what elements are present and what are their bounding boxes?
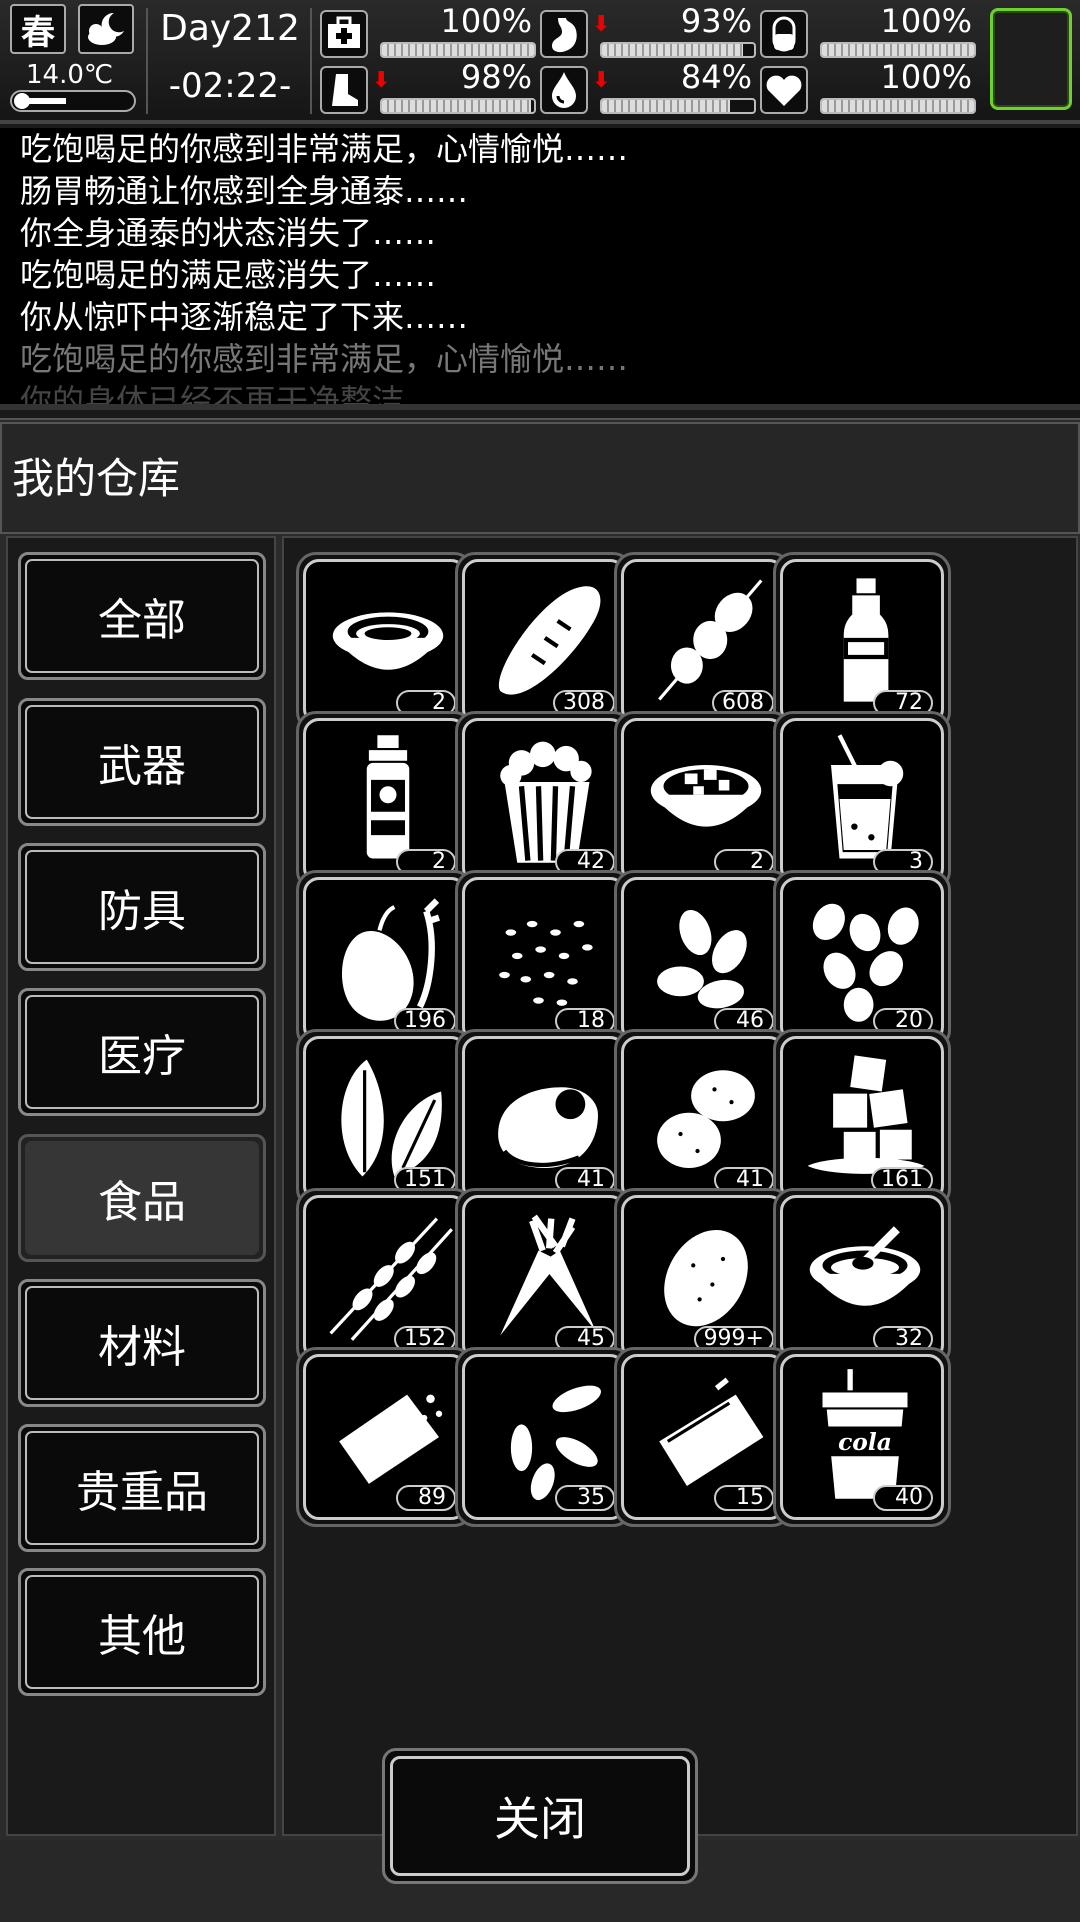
- item-slot[interactable]: 2: [614, 711, 792, 891]
- boot-icon: [320, 66, 368, 114]
- stamina-bar-fill: [382, 100, 531, 112]
- log-line: 你从惊吓中逐渐稳定了下来……: [20, 298, 469, 336]
- thirst-value: 84%: [680, 58, 752, 96]
- stomach-icon: [540, 10, 588, 58]
- category-valuables-button[interactable]: 贵重品: [18, 1424, 266, 1552]
- category-label: 贵重品: [25, 1431, 259, 1545]
- item-slot[interactable]: 3: [773, 711, 951, 891]
- water-drop-icon: [540, 66, 588, 114]
- item-slot[interactable]: 32: [773, 1188, 951, 1368]
- category-label: 武器: [25, 705, 259, 819]
- thirst-stat: ⬇ 84%: [540, 58, 756, 118]
- item-count-badge: 40: [873, 1485, 933, 1511]
- category-label: 全部: [25, 559, 259, 673]
- cola-label: cola: [838, 1428, 892, 1456]
- item-slot[interactable]: 41: [614, 1029, 792, 1209]
- hunger-bar-fill: [602, 44, 744, 56]
- health-value: 100%: [440, 2, 532, 40]
- item-count-badge: 35: [555, 1485, 615, 1511]
- season-indicator: 春: [10, 4, 66, 54]
- log-line: 吃饱喝足的满足感消失了……: [20, 256, 437, 294]
- category-label: 医疗: [25, 995, 259, 1109]
- item-slot[interactable]: 72: [773, 552, 951, 732]
- category-materials-button[interactable]: 材料: [18, 1279, 266, 1407]
- log-line: 你全身通泰的状态消失了……: [20, 214, 437, 252]
- category-label: 食品: [25, 1141, 259, 1255]
- armor-stat: 100%: [760, 2, 976, 62]
- night-cloud-icon: [78, 4, 134, 54]
- item-slot[interactable]: 89: [296, 1347, 474, 1527]
- item-slot[interactable]: 42: [455, 711, 633, 891]
- item-slot[interactable]: 608: [614, 552, 792, 732]
- item-slot[interactable]: 151: [296, 1029, 474, 1209]
- temperature-text: 14.0℃: [26, 60, 114, 90]
- thermometer-bar: [10, 90, 136, 112]
- category-label: 防具: [25, 850, 259, 964]
- warehouse-title: 我的仓库: [0, 422, 1080, 534]
- log-line: 吃饱喝足的你感到非常满足，心情愉悦……: [20, 130, 629, 168]
- item-slot[interactable]: 999+: [614, 1188, 792, 1368]
- stamina-value: 98%: [460, 58, 532, 96]
- category-label: 材料: [25, 1286, 259, 1400]
- item-slot[interactable]: 45: [455, 1188, 633, 1368]
- item-count-badge: 89: [396, 1485, 456, 1511]
- category-medical-button[interactable]: 医疗: [18, 988, 266, 1116]
- warehouse-panel: 我的仓库 全部 武器 防具 医疗 食品 材料 贵重品 其他 2 308 608 72 2…: [0, 418, 1080, 1922]
- category-all-button[interactable]: 全部: [18, 552, 266, 680]
- category-armor-button[interactable]: 防具: [18, 843, 266, 971]
- thirst-bar-fill: [602, 100, 730, 112]
- armor-bar-fill: [822, 44, 974, 56]
- item-slot[interactable]: 2: [296, 711, 474, 891]
- category-other-button[interactable]: 其他: [18, 1568, 266, 1696]
- hunger-value: 93%: [680, 2, 752, 40]
- status-bar: 春 14.0℃ Day212 -02:22- 100% ⬇ 93% 100% ⬇…: [0, 0, 1080, 124]
- item-slot[interactable]: cola 40: [773, 1347, 951, 1527]
- mood-bar-fill: [822, 100, 974, 112]
- item-slot[interactable]: 15: [614, 1347, 792, 1527]
- log-line: 肠胃畅通让你感到全身通泰……: [20, 172, 469, 210]
- item-slot[interactable]: 35: [455, 1347, 633, 1527]
- message-log[interactable]: 吃饱喝足的你感到非常满足，心情愉悦…… 肠胃畅通让你感到全身通泰…… 你全身通泰…: [0, 128, 1080, 410]
- heart-icon: [760, 66, 808, 114]
- item-slot[interactable]: 152: [296, 1188, 474, 1368]
- medkit-icon: [320, 10, 368, 58]
- stamina-stat: ⬇ 98%: [320, 58, 536, 118]
- item-slot[interactable]: 2: [296, 552, 474, 732]
- game-clock: -02:22-: [168, 66, 292, 106]
- mood-value: 100%: [880, 58, 972, 96]
- category-weapons-button[interactable]: 武器: [18, 698, 266, 826]
- mood-stat: 100%: [760, 58, 976, 118]
- log-line: 你的身体已经不再干净整洁……: [20, 382, 469, 410]
- item-slot[interactable]: 20: [773, 870, 951, 1050]
- item-slot[interactable]: 161: [773, 1029, 951, 1209]
- season-label: 春: [21, 12, 55, 53]
- log-line: 吃饱喝足的你感到非常满足，心情愉悦……: [20, 340, 629, 378]
- item-slot[interactable]: 196: [296, 870, 474, 1050]
- item-count-badge: 15: [714, 1485, 774, 1511]
- health-stat: 100%: [320, 2, 536, 62]
- item-slot[interactable]: 308: [455, 552, 633, 732]
- hunger-stat: ⬇ 93%: [540, 2, 756, 62]
- item-grid[interactable]: 2 308 608 72 2 42 2 3 196 18 46 20 151 41 41 161 152 45 99…: [282, 536, 1078, 1836]
- capsule-icon: [760, 10, 808, 58]
- health-bar-fill: [382, 44, 534, 56]
- equipped-item-slot[interactable]: [990, 8, 1072, 110]
- close-button-label: 关闭: [390, 1756, 690, 1876]
- armor-value: 100%: [880, 2, 972, 40]
- item-slot[interactable]: 41: [455, 1029, 633, 1209]
- item-slot[interactable]: 46: [614, 870, 792, 1050]
- category-label: 其他: [25, 1575, 259, 1689]
- category-list[interactable]: 全部 武器 防具 医疗 食品 材料 贵重品 其他: [6, 536, 276, 1836]
- category-food-button[interactable]: 食品: [18, 1134, 266, 1262]
- day-counter: Day212: [160, 8, 300, 49]
- item-slot[interactable]: 18: [455, 870, 633, 1050]
- close-button[interactable]: 关闭: [382, 1748, 698, 1884]
